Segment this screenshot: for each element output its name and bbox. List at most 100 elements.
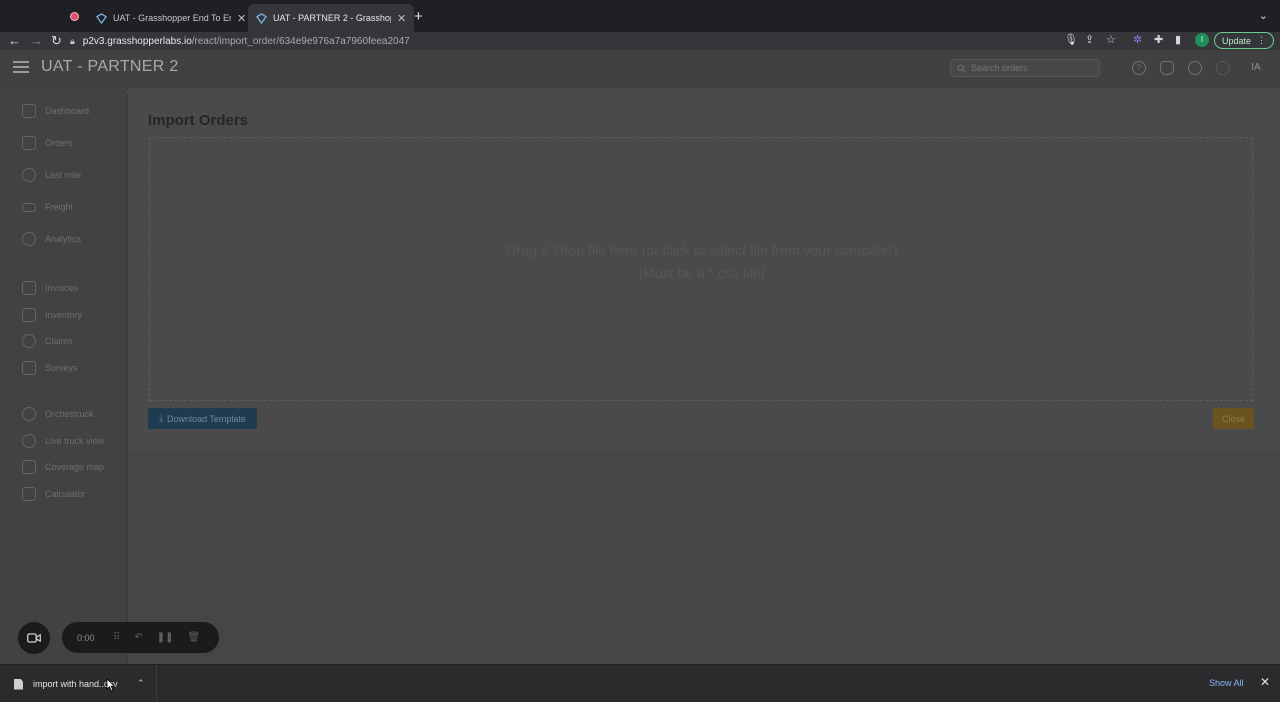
- notification-bell-icon[interactable]: [1160, 61, 1174, 75]
- profile-avatar[interactable]: I: [1195, 33, 1209, 47]
- trash-icon[interactable]: 🗑︎: [187, 632, 200, 643]
- extensions-puzzle-icon[interactable]: ✚: [1154, 33, 1163, 46]
- tab-title: UAT - Grasshopper End To End: [113, 13, 231, 23]
- camera-toggle-button[interactable]: [18, 622, 50, 654]
- browser-tab-strip: UAT - Grasshopper End To End ✕ UAT - PAR…: [0, 0, 1280, 32]
- sidebar-item-label: Calculator: [45, 489, 86, 499]
- sidebar-item-label: Invoices: [45, 283, 79, 293]
- route-icon: [22, 168, 36, 182]
- download-file-name: import with hand..csv: [33, 679, 118, 689]
- box-icon: [22, 136, 36, 150]
- update-button[interactable]: Update ⋮: [1214, 32, 1274, 49]
- new-tab-plus-icon[interactable]: +: [414, 8, 423, 25]
- sidebar-item-orders[interactable]: Orders: [22, 135, 73, 151]
- recorder-controls: 0:00 ⠿ ↶ ❚❚ 🗑︎: [62, 622, 219, 653]
- sidebar-item-label: Dashboard: [45, 106, 90, 116]
- file-drop-zone[interactable]: Drag & Drop file here (or click to selec…: [149, 137, 1253, 401]
- download-item[interactable]: import with hand..csv ⌃: [0, 665, 157, 702]
- pause-icon[interactable]: ❚❚: [157, 632, 174, 643]
- sidebar-item-inventory[interactable]: Inventory: [22, 307, 82, 323]
- download-template-label: Download Template: [167, 413, 246, 424]
- tab-title: UAT - PARTNER 2 - Grasshopper: [273, 13, 391, 23]
- url-host: p2v3.grasshopperlabs.io: [82, 35, 192, 47]
- sidebar-item-analytics[interactable]: Analytics: [22, 231, 81, 247]
- chevron-up-icon[interactable]: ⌃: [137, 678, 145, 689]
- drop-instructions: Drag & Drop file here (or click to selec…: [506, 242, 898, 258]
- tab-partner-2[interactable]: UAT - PARTNER 2 - Grasshopper ✕: [248, 4, 415, 32]
- drop-file-type-hint: [Must be a *.csv file]: [639, 265, 765, 281]
- mouse-pointer-icon: [106, 678, 116, 692]
- microphone-icon[interactable]: 🎙︎: [1064, 33, 1078, 46]
- browser-toolbar: ← → ↻ 🔒︎ p2v3.grasshopperlabs.io/react/i…: [0, 32, 1280, 50]
- video-camera-icon: [27, 633, 41, 643]
- download-shelf: import with hand..csv ⌃ Show All ✕: [0, 664, 1280, 702]
- tab-close-icon[interactable]: ✕: [397, 12, 406, 25]
- sidebar-item-label: Analytics: [45, 234, 82, 244]
- grasshopper-favicon-icon: [256, 12, 267, 24]
- sidebar-item-coverage-map[interactable]: Coverage map: [22, 459, 104, 475]
- sidebar-item-label: Inventory: [45, 310, 83, 320]
- sidebar-item-orchestruck[interactable]: Orchestruck: [22, 406, 94, 422]
- extension-gear-icon[interactable]: ✲: [1133, 33, 1142, 46]
- sidebar-item-freight[interactable]: Freight: [22, 199, 73, 215]
- sidebar-item-label: Coverage map: [45, 462, 105, 472]
- sidebar-item-calculator[interactable]: Calculator: [22, 486, 86, 502]
- address-bar[interactable]: 🔒︎ p2v3.grasshopperlabs.io/react/import_…: [70, 32, 1130, 50]
- calculator-icon: [22, 487, 36, 501]
- orchestrate-icon: [22, 407, 36, 421]
- history-clock-icon[interactable]: [1188, 61, 1202, 75]
- search-icon: [957, 63, 966, 73]
- close-download-shelf-icon[interactable]: ✕: [1260, 675, 1270, 689]
- invoice-icon: [22, 281, 36, 295]
- close-button[interactable]: Close: [1213, 408, 1254, 429]
- search-input[interactable]: [971, 63, 1091, 73]
- sidebar-item-label: Freight: [45, 202, 74, 212]
- user-avatar[interactable]: IA: [1246, 59, 1266, 77]
- file-icon: [14, 678, 23, 690]
- tab-grasshopper-end-to-end[interactable]: UAT - Grasshopper End To End ✕: [88, 4, 254, 32]
- download-template-button[interactable]: ⤓ Download Template: [148, 408, 257, 429]
- forward-arrow-icon[interactable]: →: [30, 33, 43, 49]
- sidebar-item-label: Live truck view: [45, 436, 105, 446]
- drag-handle-icon[interactable]: ⠿: [113, 632, 120, 643]
- side-panel-icon[interactable]: ▮: [1175, 33, 1181, 46]
- sidebar-item-label: Claims: [45, 336, 73, 346]
- headset-icon: [22, 334, 36, 348]
- sidebar: Dashboard Orders Last mile Freight Analy…: [0, 88, 128, 664]
- help-icon[interactable]: ?: [1132, 61, 1146, 75]
- settings-gear-icon[interactable]: [1216, 61, 1230, 75]
- url-path: /react/import_order/634e9e976a7a7960feea…: [191, 35, 410, 47]
- lock-icon: 🔒︎: [70, 35, 75, 46]
- sidebar-item-surveys[interactable]: Surveys: [22, 360, 78, 376]
- share-icon[interactable]: ⇪: [1085, 33, 1094, 46]
- sidebar-item-label: Last mile: [45, 170, 82, 180]
- bookmark-star-icon[interactable]: ☆: [1106, 33, 1116, 46]
- map-icon: [22, 460, 36, 474]
- undo-icon[interactable]: ↶: [134, 632, 142, 643]
- sidebar-item-dashboard[interactable]: Dashboard: [22, 103, 89, 119]
- back-arrow-icon[interactable]: ←: [8, 33, 21, 49]
- truck-icon: [22, 202, 36, 212]
- recording-timer: 0:00: [77, 632, 95, 643]
- tab-close-icon[interactable]: ✕: [237, 12, 246, 25]
- hamburger-menu-icon[interactable]: [13, 61, 29, 73]
- search-box[interactable]: [950, 59, 1100, 77]
- grid-icon: [22, 104, 36, 118]
- sidebar-item-claims[interactable]: Claims: [22, 333, 73, 349]
- import-orders-panel: Import Orders Drag & Drop file here (or …: [128, 88, 1280, 450]
- download-icon: ⤓: [159, 413, 164, 423]
- sidebar-item-live-truck-view[interactable]: Live truck view: [22, 433, 104, 449]
- sidebar-item-last-mile[interactable]: Last mile: [22, 167, 81, 183]
- grasshopper-favicon-icon: [96, 12, 107, 24]
- show-all-downloads-link[interactable]: Show All: [1209, 678, 1244, 688]
- page-title: Import Orders: [148, 112, 249, 129]
- main-content: Import Orders Drag & Drop file here (or …: [128, 88, 1280, 664]
- sidebar-item-invoices[interactable]: Invoices: [22, 280, 78, 296]
- app-window: UAT - PARTNER 2 ? IA Dashboard Orders La…: [0, 50, 1280, 664]
- reload-icon[interactable]: ↻: [51, 33, 62, 49]
- app-header: UAT - PARTNER 2 ? IA: [0, 50, 1280, 88]
- more-vertical-icon: ⋮: [1257, 35, 1267, 45]
- app-title: UAT - PARTNER 2: [41, 58, 179, 75]
- tab-search-chevron-icon[interactable]: ⌄: [1259, 9, 1268, 22]
- survey-icon: [22, 361, 36, 375]
